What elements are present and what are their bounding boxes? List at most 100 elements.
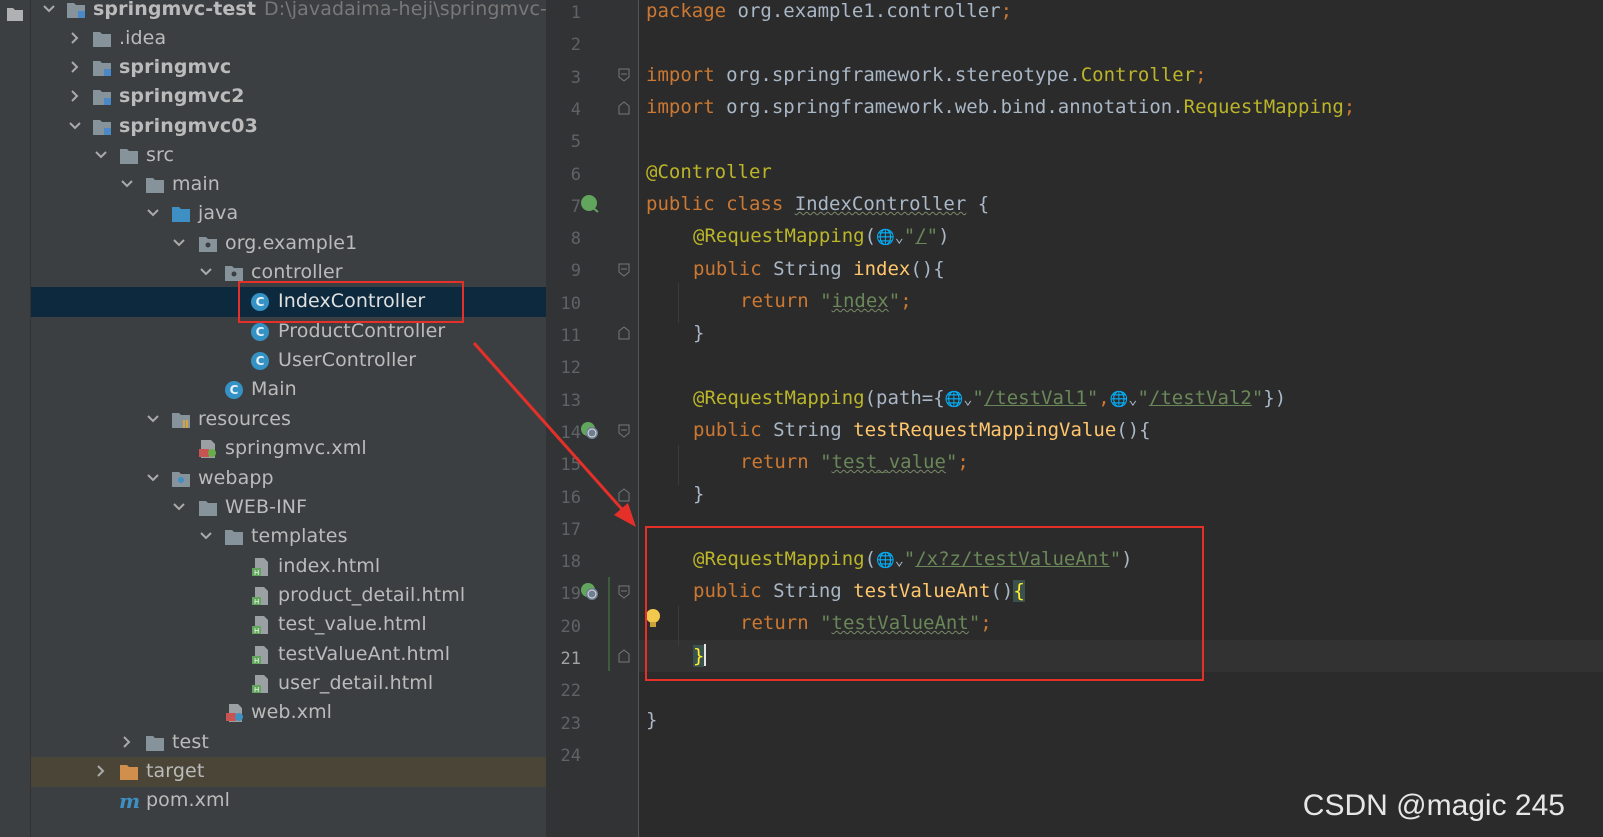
line-number: 4 [570, 99, 581, 120]
tree-item-web-xml[interactable]: web.xml [31, 698, 546, 728]
java-class-icon: C [251, 352, 271, 372]
fold-end-icon[interactable] [617, 648, 631, 668]
chevron-down-icon[interactable] [171, 498, 187, 516]
tree-label-product-controller: ProductController [278, 320, 446, 342]
spring-bean-icon[interactable] [580, 194, 600, 218]
tree-item-index-html[interactable]: H index.html [31, 552, 546, 582]
tree-item-webapp[interactable]: webapp [31, 464, 546, 494]
tree-item-springmvc03[interactable]: springmvc03 [31, 112, 546, 142]
fold-end-icon[interactable] [617, 100, 631, 120]
tree-item-test-value-html[interactable]: H test_value.html [31, 610, 546, 640]
tree-item-product-detail-html[interactable]: H product_detail.html [31, 581, 546, 611]
module-folder-icon [66, 0, 86, 20]
request-mapping-globe-icon[interactable] [580, 421, 600, 445]
line-number: 5 [570, 132, 581, 153]
tree-item-src[interactable]: src [31, 141, 546, 171]
fold-start-icon[interactable] [617, 423, 631, 443]
tree-item-java[interactable]: java [31, 199, 546, 229]
tree-item-main[interactable]: main [31, 170, 546, 200]
tok-plain: } [693, 483, 705, 505]
tree-label-java: java [198, 202, 239, 224]
tree-item-user-controller[interactable]: C UserController [31, 346, 546, 376]
tree-item-resources[interactable]: resources [31, 405, 546, 435]
chevron-down-icon[interactable] [93, 146, 109, 164]
web-xml-icon [225, 703, 245, 723]
editor-gutter: 1 2 3 4 5 6 7 8 9 10 11 12 13 14 15 16 17 18 19 20 21 22 23 24 [546, 0, 639, 837]
tree-item-main-class[interactable]: C Main [31, 375, 546, 405]
tree-item-test[interactable]: test [31, 728, 546, 758]
tree-item-test-value-ant-html[interactable]: H testValueAnt.html [31, 640, 546, 670]
folder-icon [119, 146, 139, 166]
tree-label-index-html: index.html [278, 555, 381, 577]
tok-url[interactable]: / [915, 225, 926, 247]
tree-item-springmvc[interactable]: springmvc [31, 53, 546, 83]
tree-item-springmvc2[interactable]: springmvc2 [31, 82, 546, 112]
tree-item-package[interactable]: org.example1 [31, 229, 546, 259]
tree-item-target[interactable]: target [31, 757, 546, 787]
fold-start-icon[interactable] [617, 67, 631, 87]
fold-end-icon[interactable] [617, 325, 631, 345]
chevron-down-icon[interactable] [145, 204, 161, 222]
java-main-class-icon: C [225, 381, 245, 401]
line-number: 13 [560, 390, 581, 411]
fold-start-icon[interactable] [617, 584, 631, 604]
tok-semi: ; [900, 290, 912, 312]
request-mapping-globe-icon[interactable] [580, 582, 600, 606]
tok-string-value: test_value [831, 451, 946, 473]
globe-icon[interactable]: 🌐⌄ [876, 228, 904, 246]
tree-item-springmvc-xml[interactable]: springmvc.xml [31, 434, 546, 464]
tok-annotation: @RequestMapping [693, 225, 865, 247]
code-line-15: return "test_value"; [740, 451, 969, 473]
tree-item-idea[interactable]: .idea [31, 24, 546, 54]
chevron-down-icon[interactable] [67, 117, 83, 135]
globe-icon[interactable]: 🌐⌄ [1110, 390, 1138, 408]
tree-label-webinf: WEB-INF [225, 496, 308, 518]
svg-text:H: H [254, 598, 259, 606]
chevron-right-icon[interactable] [67, 29, 83, 47]
chevron-down-icon[interactable] [198, 527, 214, 545]
html-file-icon: H [251, 557, 271, 577]
chevron-down-icon[interactable] [198, 263, 214, 281]
tok-keyword: class [714, 193, 795, 215]
chevron-down-icon[interactable] [119, 175, 135, 193]
code-line-4: import org.springframework.web.bind.anno… [646, 96, 1355, 118]
svg-text:H: H [254, 686, 259, 694]
tok-url[interactable]: /testVal2 [1149, 387, 1252, 409]
tree-item-webinf[interactable]: WEB-INF [31, 493, 546, 523]
indent-guide [678, 283, 679, 323]
tree-item-templates[interactable]: templates [31, 522, 546, 552]
tree-item-pom[interactable]: m pom.xml [31, 786, 546, 816]
chevron-down-icon[interactable] [145, 410, 161, 428]
package-icon [224, 263, 244, 283]
fold-end-icon[interactable] [617, 487, 631, 507]
tok-string: " [945, 451, 958, 473]
line-number: 10 [560, 293, 581, 314]
chevron-right-icon[interactable] [93, 762, 109, 780]
project-tool-window-icon[interactable] [6, 6, 24, 26]
tree-label-springmvc-xml: springmvc.xml [225, 437, 367, 459]
line-number: 21 [560, 649, 581, 669]
tok-plain: org.springframework.web.bind.annotation. [714, 96, 1184, 118]
tree-item-user-detail-html[interactable]: H user_detail.html [31, 669, 546, 699]
tok-method-name: index [853, 258, 911, 280]
tool-window-strip [0, 0, 31, 837]
tok-url[interactable]: /testVal1 [984, 387, 1087, 409]
tree-label-webapp: webapp [198, 467, 274, 489]
tree-label-test-value-ant-html: testValueAnt.html [278, 643, 451, 665]
package-icon [198, 234, 218, 254]
code-line-1: package org.example1.controller; [646, 0, 1012, 22]
chevron-right-icon[interactable] [67, 58, 83, 76]
chevron-down-icon[interactable] [41, 0, 57, 18]
chevron-right-icon[interactable] [67, 87, 83, 105]
module-folder-icon [92, 117, 112, 137]
fold-start-icon[interactable] [617, 262, 631, 282]
chevron-down-icon[interactable] [171, 234, 187, 252]
chevron-right-icon[interactable] [119, 733, 135, 751]
resources-folder-icon [171, 410, 191, 430]
code-editor[interactable]: 1 2 3 4 5 6 7 8 9 10 11 12 13 14 15 16 17 18 19 20 21 22 23 24 … [546, 0, 1603, 837]
code-line-3: import org.springframework.stereotype.Co… [646, 64, 1207, 86]
globe-icon[interactable]: 🌐⌄ [945, 390, 973, 408]
line-number: 1 [570, 3, 581, 23]
chevron-down-icon[interactable] [145, 469, 161, 487]
tree-item-root[interactable]: springmvc-test D:\javadaima-heji\springmv… [31, 0, 546, 25]
